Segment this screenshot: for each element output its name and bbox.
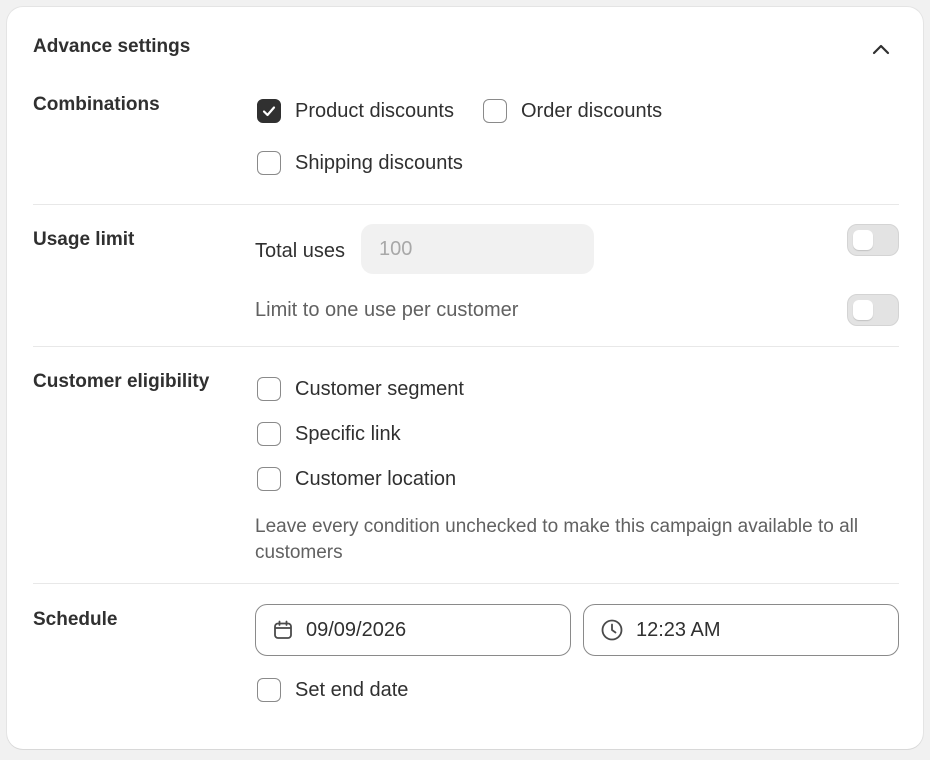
schedule-label: Schedule — [33, 609, 118, 630]
shipping-discounts-checkbox[interactable] — [257, 151, 281, 175]
order-discounts-checkbox[interactable] — [483, 99, 507, 123]
customer-segment-option[interactable]: Customer segment — [257, 377, 464, 401]
combinations-label: Combinations — [33, 94, 160, 115]
customer-location-label: Customer location — [295, 468, 457, 490]
shipping-discounts-option[interactable]: Shipping discounts — [257, 151, 463, 175]
set-end-date-checkbox[interactable] — [257, 678, 281, 702]
start-date-value: 09/09/2026 — [306, 618, 407, 641]
customer-segment-label: Customer segment — [295, 378, 464, 400]
divider — [33, 204, 899, 205]
specific-link-option[interactable]: Specific link — [257, 422, 401, 446]
eligibility-help-text: Leave every condition unchecked to make … — [255, 516, 859, 563]
specific-link-checkbox[interactable] — [257, 422, 281, 446]
start-time-value: 12:23 AM — [636, 618, 721, 641]
calendar-icon — [272, 619, 294, 641]
divider — [33, 583, 899, 584]
toggle-knob — [853, 300, 873, 320]
order-discounts-label: Order discounts — [521, 100, 663, 122]
usage-limit-label: Usage limit — [33, 229, 135, 250]
specific-link-label: Specific link — [295, 423, 401, 445]
product-discounts-option[interactable]: Product discounts — [257, 99, 454, 123]
divider — [33, 346, 899, 347]
product-discounts-label: Product discounts — [295, 100, 454, 122]
start-date-picker[interactable]: 09/09/2026 — [255, 604, 571, 656]
chevron-up-icon — [872, 43, 890, 55]
collapse-button[interactable] — [867, 37, 895, 61]
total-uses-toggle[interactable] — [847, 224, 899, 256]
start-time-picker[interactable]: 12:23 AM — [583, 604, 899, 656]
one-per-customer-toggle[interactable] — [847, 294, 899, 326]
total-uses-input[interactable] — [361, 224, 594, 274]
clock-icon — [600, 618, 624, 642]
order-discounts-option[interactable]: Order discounts — [483, 99, 662, 123]
card-title: Advance settings — [33, 36, 191, 57]
customer-segment-checkbox[interactable] — [257, 377, 281, 401]
set-end-date-label: Set end date — [295, 679, 409, 701]
customer-eligibility-label: Customer eligibility — [33, 371, 210, 392]
set-end-date-option[interactable]: Set end date — [257, 678, 408, 702]
advance-settings-card: Advance settings Combinations Product di… — [7, 7, 923, 749]
product-discounts-checkbox[interactable] — [257, 99, 281, 123]
total-uses-label: Total uses — [255, 240, 346, 262]
one-per-customer-label: Limit to one use per customer — [255, 299, 519, 321]
toggle-knob — [853, 230, 873, 250]
customer-location-checkbox[interactable] — [257, 467, 281, 491]
customer-location-option[interactable]: Customer location — [257, 467, 456, 491]
shipping-discounts-label: Shipping discounts — [295, 152, 463, 174]
